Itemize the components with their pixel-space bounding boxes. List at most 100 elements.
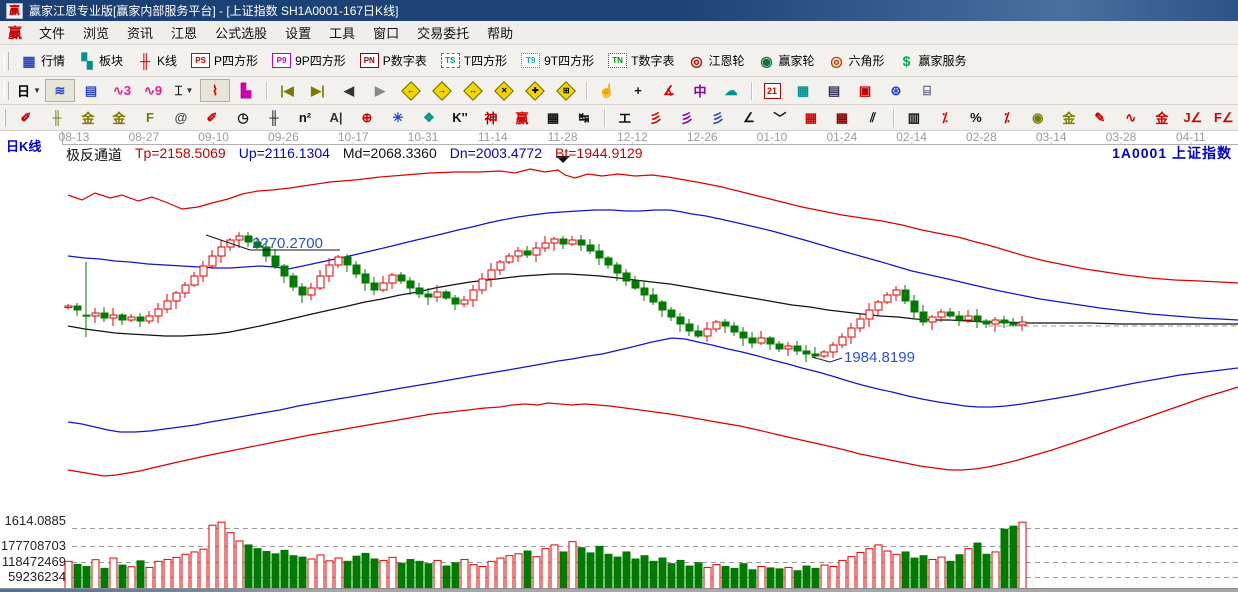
- menu-item-0[interactable]: 文件: [30, 21, 74, 44]
- gold-circle-button[interactable]: ◉: [1023, 106, 1053, 129]
- tool-t-number-table-button[interactable]: TN T数字表: [602, 49, 680, 72]
- span-arrows-button[interactable]: ↹: [569, 106, 599, 129]
- f-angle-button[interactable]: F∠: [1209, 106, 1238, 129]
- toolbar-grip[interactable]: [4, 51, 9, 70]
- compress-button[interactable]: ✕: [489, 79, 519, 102]
- wave-9-button[interactable]: ∿9: [138, 79, 168, 102]
- menu-item-5[interactable]: 设置: [276, 21, 320, 44]
- menu-item-3[interactable]: 江恩: [162, 21, 206, 44]
- cloud-tool-button[interactable]: ☁: [716, 79, 746, 102]
- tool-kline-button[interactable]: ╫ K线: [131, 49, 183, 72]
- red-grid-2-button[interactable]: ▦: [827, 106, 857, 129]
- save-web-button[interactable]: ⊛: [881, 79, 911, 102]
- shen-grid-button[interactable]: 神: [476, 106, 506, 129]
- chart-canvas[interactable]: 08-13 08-27 09-10 09-26 10-17 10-31 11-14 11-28…: [0, 131, 1238, 592]
- tool-gann-wheel-button[interactable]: ◎ 江恩轮: [682, 49, 750, 72]
- time-cycle-button[interactable]: ◷: [228, 106, 258, 129]
- volume-bar: [127, 566, 136, 590]
- a-line-button[interactable]: A|: [321, 106, 351, 129]
- zoom-horizontal-button[interactable]: ↔: [458, 79, 488, 102]
- circle-cross-button[interactable]: ⊕: [352, 106, 382, 129]
- k-marks-button[interactable]: K'': [445, 106, 475, 129]
- next-bar-button[interactable]: ▶: [365, 79, 395, 102]
- tool-t-square-button[interactable]: TS T四方形: [435, 49, 513, 72]
- workstation-button[interactable]: ⌸: [912, 79, 942, 102]
- expand-button[interactable]: ✚: [520, 79, 550, 102]
- tool-9p-square-button[interactable]: P9 9P四方形: [266, 49, 352, 72]
- calculator-button[interactable]: ▦: [788, 79, 818, 102]
- angle-line-button[interactable]: ∠: [734, 106, 764, 129]
- star-blue-button[interactable]: ✳: [383, 106, 413, 129]
- zigzag-v-button[interactable]: ﹀: [765, 106, 795, 129]
- gold-levels-button[interactable]: 金: [1054, 106, 1084, 129]
- tool-sectors-button[interactable]: ▚ 板块: [73, 49, 129, 72]
- red-grid-1-button[interactable]: ▦: [796, 106, 826, 129]
- j-angle-button[interactable]: J∠: [1178, 106, 1208, 129]
- time-ruler-button[interactable]: ╫: [259, 106, 289, 129]
- gong-tool-button[interactable]: エ: [610, 106, 640, 129]
- win-grid-button[interactable]: 赢: [507, 106, 537, 129]
- toolbar-grip-2[interactable]: [4, 81, 9, 100]
- tool-p-square-button[interactable]: PS P四方形: [185, 49, 264, 72]
- angle-measure-button[interactable]: ∡: [654, 79, 684, 102]
- parallel-lines-button[interactable]: ⫽: [858, 106, 888, 129]
- gold-red-button[interactable]: 金: [1147, 106, 1177, 129]
- menu-item-9[interactable]: 帮助: [478, 21, 522, 44]
- volume-profile-button[interactable]: ▙: [231, 79, 261, 102]
- menu-item-7[interactable]: 窗口: [364, 21, 408, 44]
- percent-levels-button[interactable]: ⁒: [992, 106, 1022, 129]
- fib-f-button[interactable]: F: [135, 106, 165, 129]
- menu-item-2[interactable]: 资讯: [118, 21, 162, 44]
- pan-right-button[interactable]: →: [427, 79, 457, 102]
- tool-hexagon-button[interactable]: ◎ 六角形: [823, 49, 891, 72]
- gann-fan-button[interactable]: 彡: [641, 106, 671, 129]
- spiral-button[interactable]: @: [166, 106, 196, 129]
- crosshair-tool-button[interactable]: +: [623, 79, 653, 102]
- n-square-button[interactable]: n²: [290, 106, 320, 129]
- star-box-button[interactable]: ❖: [414, 106, 444, 129]
- indicator-name[interactable]: 极反通道: [66, 145, 122, 165]
- period-day-button[interactable]: 日 ▼: [14, 79, 44, 102]
- title-bar[interactable]: 赢 赢家江恩专业版[赢家内部服务平台] - [上证指数 SH1A0001-167…: [0, 0, 1238, 21]
- tool-9t-square-button[interactable]: T9 9T四方形: [515, 49, 600, 72]
- notes-button[interactable]: ▤: [819, 79, 849, 102]
- percent-button[interactable]: %: [961, 106, 991, 129]
- save-button[interactable]: ▣: [850, 79, 880, 102]
- wave-3-button[interactable]: ∿3: [107, 79, 137, 102]
- menu-item-8[interactable]: 交易委托: [408, 21, 478, 44]
- gold-price-1-button[interactable]: 金: [73, 106, 103, 129]
- wave-tool-button[interactable]: ∿: [1116, 106, 1146, 129]
- info-panel-button[interactable]: ▤: [76, 79, 106, 102]
- compass-red-button[interactable]: ✐: [197, 106, 227, 129]
- zigzag-stamp-button[interactable]: ⌇: [200, 79, 230, 102]
- compass-tool-button[interactable]: ✐: [11, 106, 41, 129]
- wave-view-button[interactable]: ≋: [45, 79, 75, 102]
- percent-line-button[interactable]: ⁒: [930, 106, 960, 129]
- gann-box-button[interactable]: 彡: [672, 106, 702, 129]
- gann-mark-button[interactable]: 中: [685, 79, 715, 102]
- first-page-button[interactable]: |◀: [272, 79, 302, 102]
- volume-bar: [595, 545, 604, 590]
- p-square-icon: PS: [191, 53, 211, 68]
- menu-item-6[interactable]: 工具: [320, 21, 364, 44]
- menu-item-4[interactable]: 公式选股: [206, 21, 276, 44]
- prev-bar-button[interactable]: ◀: [334, 79, 364, 102]
- last-page-button[interactable]: ▶|: [303, 79, 333, 102]
- tool-winner-service-button[interactable]: $ 赢家服务: [893, 49, 973, 72]
- grid-123-button[interactable]: ▦: [538, 106, 568, 129]
- gold-price-2-button[interactable]: 金: [104, 106, 134, 129]
- hand-tool-button[interactable]: ☝: [592, 79, 622, 102]
- price-ruler-button[interactable]: ▥: [899, 106, 929, 129]
- toolbar-grip-3[interactable]: [4, 108, 6, 127]
- gann-grid-button[interactable]: 彡: [703, 106, 733, 129]
- tool-p-number-table-button[interactable]: PN P数字表: [354, 49, 433, 72]
- pen-tool-button[interactable]: ✎: [1085, 106, 1115, 129]
- tool-quotes-button[interactable]: ▦ 行情: [15, 49, 71, 72]
- candle-style-button[interactable]: ⌶ ▼: [169, 79, 199, 102]
- menu-item-1[interactable]: 浏览: [74, 21, 118, 44]
- tool-winner-wheel-button[interactable]: ◉ 赢家轮: [752, 49, 820, 72]
- pan-left-button[interactable]: ←: [396, 79, 426, 102]
- calendar-button[interactable]: 21: [757, 79, 787, 102]
- golden-section-button[interactable]: ╫: [42, 106, 72, 129]
- fit-all-button[interactable]: ⊞: [551, 79, 581, 102]
